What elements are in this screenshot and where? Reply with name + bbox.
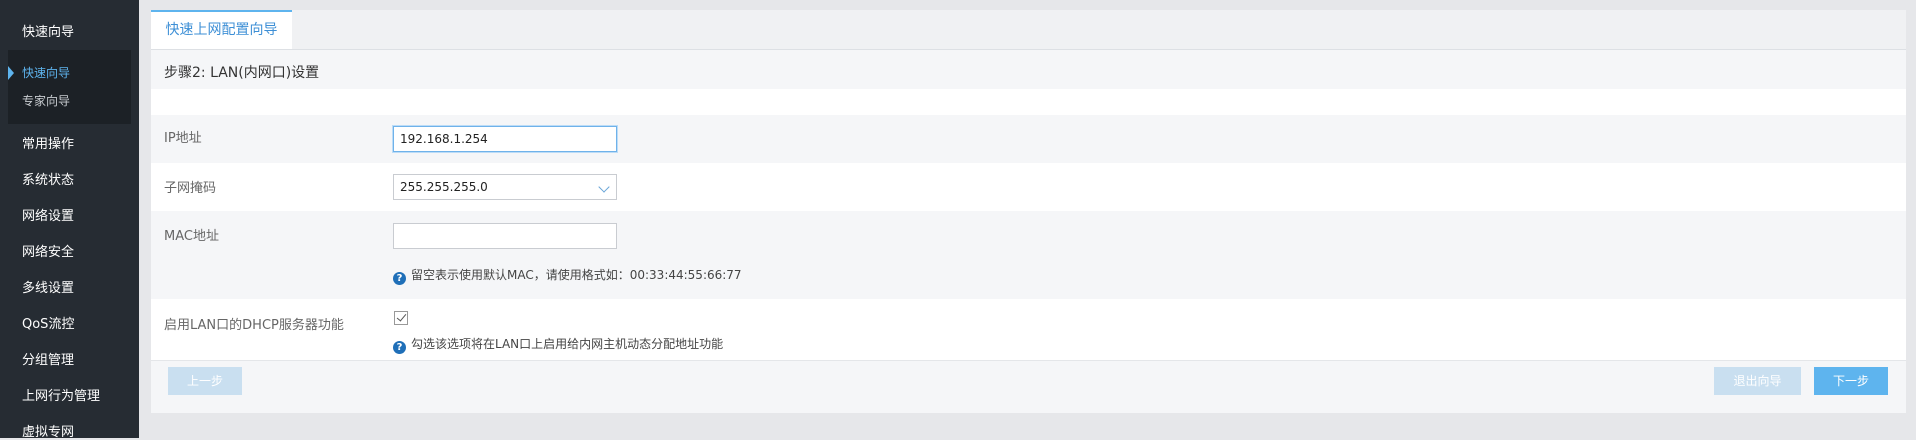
sidebar-subitem-quick-wizard[interactable]: 快速向导: [22, 64, 70, 81]
sidebar-submenu: 快速向导 专家向导: [8, 50, 131, 124]
ip-address-input[interactable]: [393, 126, 617, 152]
sidebar-item-system-status[interactable]: 系统状态: [22, 169, 74, 188]
mac-hint: ? 留空表示使用默认MAC，请使用格式如：00:33:44:55:66:77: [393, 266, 742, 285]
section-spacer: [151, 89, 1906, 115]
sidebar-item-network-settings[interactable]: 网络设置: [22, 205, 74, 224]
sidebar: 快速向导 快速向导 专家向导 常用操作 系统状态 网络设置 网络安全 多线设置 …: [0, 0, 139, 440]
subnet-row: 子网掩码 255.255.255.0: [151, 163, 1906, 211]
sidebar-item-common-ops[interactable]: 常用操作: [22, 133, 74, 152]
subnet-mask-select[interactable]: 255.255.255.0: [393, 174, 617, 200]
dhcp-row: 启用LAN口的DHCP服务器功能 ? 勾选该选项将在LAN口上启用给内网主机动态分…: [151, 299, 1906, 360]
subnet-label: 子网掩码: [164, 181, 217, 196]
dhcp-hint-text: 勾选该选项将在LAN口上启用给内网主机动态分配地址功能: [411, 337, 724, 351]
mac-address-input[interactable]: [393, 223, 617, 249]
footer-divider: [151, 360, 1906, 361]
sidebar-item-group-management[interactable]: 分组管理: [22, 349, 74, 368]
sidebar-item-behavior-management[interactable]: 上网行为管理: [22, 385, 100, 404]
checkmark-icon: [396, 311, 407, 322]
dhcp-label: 启用LAN口的DHCP服务器功能: [164, 318, 344, 333]
sidebar-subitem-expert-wizard[interactable]: 专家向导: [22, 92, 70, 109]
wizard-panel: 快速上网配置向导 步骤2: LAN(内网口)设置 IP地址 子网掩码 255.2…: [151, 10, 1906, 413]
dhcp-enable-checkbox[interactable]: [394, 311, 408, 325]
tab-bar: 快速上网配置向导: [151, 10, 1906, 50]
ip-row: IP地址: [151, 115, 1906, 163]
active-indicator-icon: [8, 66, 14, 80]
sidebar-item-quick-wizard[interactable]: 快速向导: [22, 21, 74, 40]
prev-step-button[interactable]: 上一步: [168, 367, 242, 395]
sidebar-item-multiline[interactable]: 多线设置: [22, 277, 74, 296]
question-circle-icon: ?: [393, 272, 406, 285]
mac-label: MAC地址: [164, 229, 219, 244]
exit-wizard-button[interactable]: 退出向导: [1714, 367, 1801, 395]
subnet-mask-value: 255.255.255.0: [400, 180, 488, 194]
tab-quick-config-wizard[interactable]: 快速上网配置向导: [151, 10, 292, 49]
step-title: 步骤2: LAN(内网口)设置: [164, 65, 320, 81]
mac-hint-text: 留空表示使用默认MAC，请使用格式如：00:33:44:55:66:77: [411, 268, 742, 282]
sidebar-item-qos[interactable]: QoS流控: [22, 313, 74, 332]
sidebar-item-network-security[interactable]: 网络安全: [22, 241, 74, 260]
mac-row: MAC地址 ? 留空表示使用默认MAC，请使用格式如：00:33:44:55:66…: [151, 211, 1906, 299]
dhcp-hint: ? 勾选该选项将在LAN口上启用给内网主机动态分配地址功能: [393, 335, 723, 354]
sidebar-item-vpn[interactable]: 虚拟专网: [22, 421, 74, 440]
question-circle-icon: ?: [393, 341, 406, 354]
chevron-down-icon: [598, 181, 610, 193]
ip-label: IP地址: [164, 131, 202, 146]
next-step-button[interactable]: 下一步: [1814, 367, 1888, 395]
